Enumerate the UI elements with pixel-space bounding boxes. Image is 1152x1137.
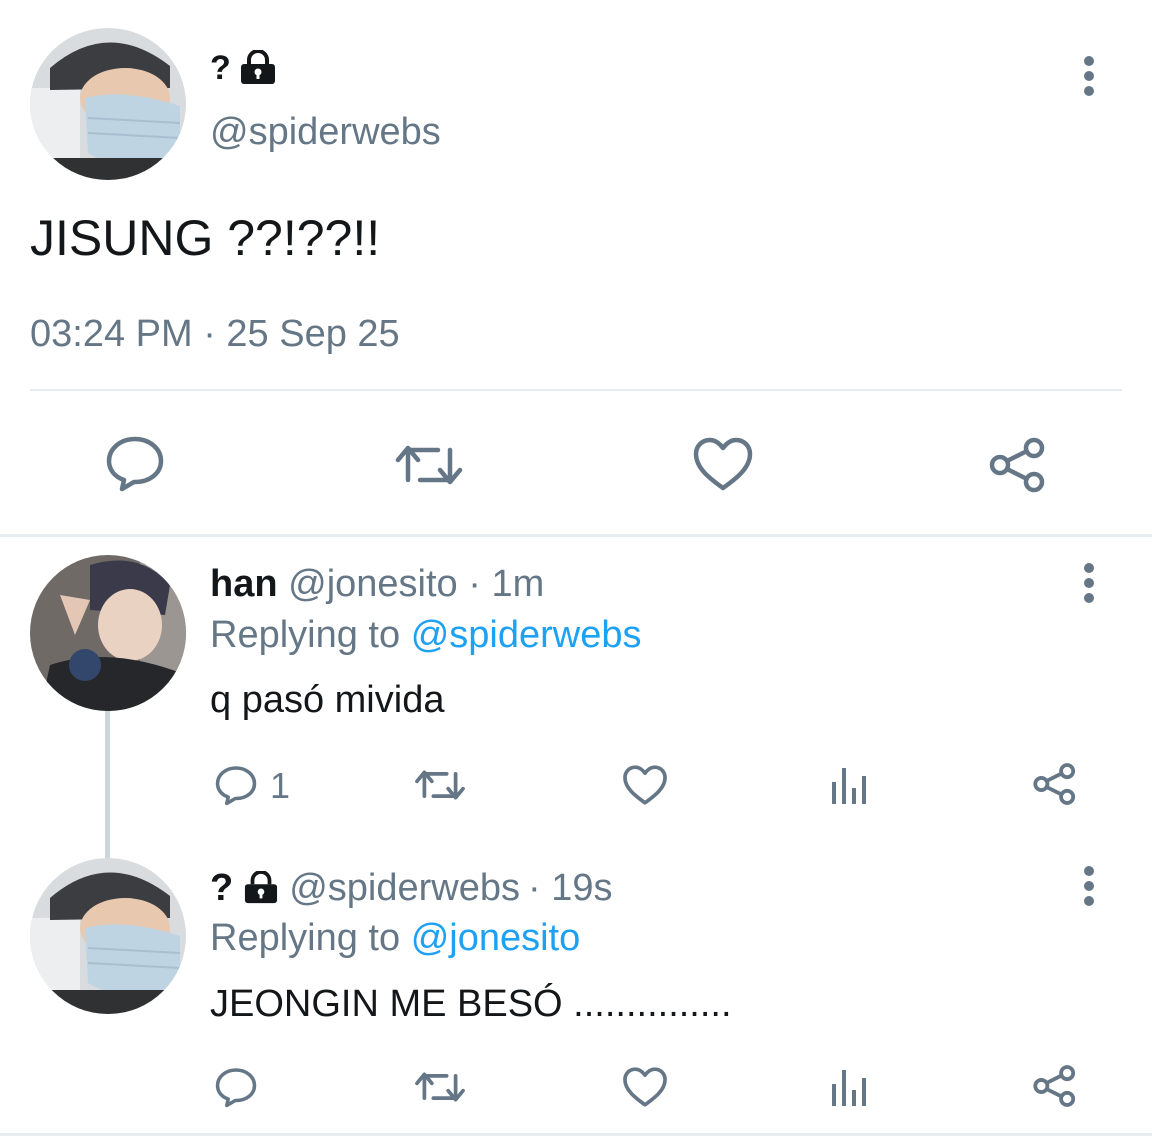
retweet-icon[interactable] (414, 766, 466, 804)
replying-to-link[interactable]: @spiderwebs (411, 614, 642, 656)
replying-to-link[interactable]: @jonesito (411, 917, 581, 959)
analytics-icon[interactable] (830, 1066, 870, 1108)
reply-time: · 19s (528, 867, 613, 909)
lock-icon (237, 50, 279, 86)
handle[interactable]: @jonesito (288, 563, 458, 605)
display-name[interactable]: ? (210, 866, 233, 910)
avatar[interactable] (30, 28, 186, 180)
more-vertical-icon[interactable] (1078, 56, 1100, 96)
tweet-text: JEONGIN ME BESÓ ............... (210, 983, 732, 1025)
display-name[interactable]: han (210, 563, 278, 605)
display-name[interactable]: ? (210, 51, 231, 85)
timestamp[interactable]: 03:24 PM · 25 Sep 25 (30, 312, 400, 356)
share-icon[interactable] (988, 436, 1048, 494)
share-icon[interactable] (1032, 1064, 1078, 1108)
reply-icon[interactable] (214, 764, 258, 806)
like-icon[interactable] (622, 764, 668, 806)
thread-line (105, 711, 110, 861)
reply-icon[interactable] (104, 434, 166, 492)
reply-time: · 1m (468, 563, 545, 605)
like-icon[interactable] (622, 1066, 668, 1108)
replying-label: Replying to (210, 614, 401, 656)
avatar[interactable] (30, 858, 186, 1014)
more-vertical-icon[interactable] (1078, 563, 1100, 603)
bottom-divider (0, 1133, 1152, 1136)
lock-icon (241, 871, 281, 905)
retweet-icon[interactable] (394, 440, 464, 490)
divider (30, 389, 1122, 391)
reply-icon[interactable] (214, 1066, 258, 1108)
more-vertical-icon[interactable] (1078, 866, 1100, 906)
analytics-icon[interactable] (830, 764, 870, 806)
share-icon[interactable] (1032, 762, 1078, 806)
section-divider (0, 534, 1152, 537)
reply-count: 1 (270, 765, 291, 806)
replying-label: Replying to (210, 917, 401, 959)
tweet-text: q pasó mivida (210, 679, 445, 721)
handle[interactable]: @spiderwebs (289, 866, 520, 910)
tweet-text: JISUNG ??!??!! (30, 210, 381, 266)
like-icon[interactable] (692, 436, 754, 492)
retweet-icon[interactable] (414, 1068, 466, 1106)
avatar[interactable] (30, 555, 186, 711)
handle[interactable]: @spiderwebs (210, 110, 441, 154)
